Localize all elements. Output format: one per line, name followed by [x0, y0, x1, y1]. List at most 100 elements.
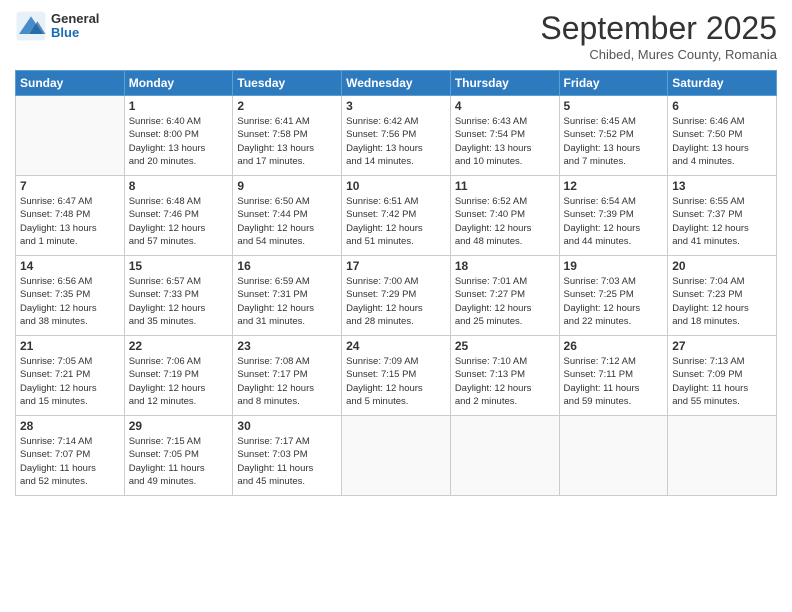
day-info: Sunrise: 7:00 AMSunset: 7:29 PMDaylight:…	[346, 275, 446, 328]
day-number: 18	[455, 259, 555, 273]
week-row-1: 1 Sunrise: 6:40 AMSunset: 8:00 PMDaylight…	[16, 96, 777, 176]
calendar-cell: 3 Sunrise: 6:42 AMSunset: 7:56 PMDaylight…	[342, 96, 451, 176]
week-row-3: 14 Sunrise: 6:56 AMSunset: 7:35 PMDayligh…	[16, 256, 777, 336]
calendar-cell: 27 Sunrise: 7:13 AMSunset: 7:09 PMDayligh…	[668, 336, 777, 416]
calendar-cell	[668, 416, 777, 496]
calendar-cell: 11 Sunrise: 6:52 AMSunset: 7:40 PMDayligh…	[450, 176, 559, 256]
calendar-body: 1 Sunrise: 6:40 AMSunset: 8:00 PMDaylight…	[16, 96, 777, 496]
calendar-cell: 26Sunrise: 7:12 AMSunset: 7:11 PMDayligh…	[559, 336, 668, 416]
calendar-cell: 17 Sunrise: 7:00 AMSunset: 7:29 PMDayligh…	[342, 256, 451, 336]
day-number: 20	[672, 259, 772, 273]
col-thursday: Thursday	[450, 71, 559, 96]
calendar-table: Sunday Monday Tuesday Wednesday Thursday…	[15, 70, 777, 496]
calendar-cell: 16 Sunrise: 6:59 AMSunset: 7:31 PMDayligh…	[233, 256, 342, 336]
day-number: 6	[672, 99, 772, 113]
calendar-cell: 28Sunrise: 7:14 AMSunset: 7:07 PMDayligh…	[16, 416, 125, 496]
calendar-cell: 15 Sunrise: 6:57 AMSunset: 7:33 PMDayligh…	[124, 256, 233, 336]
day-info: Sunrise: 7:13 AMSunset: 7:09 PMDaylight:…	[672, 355, 772, 408]
day-info: Sunrise: 7:09 AMSunset: 7:15 PMDaylight:…	[346, 355, 446, 408]
calendar-cell: 24Sunrise: 7:09 AMSunset: 7:15 PMDayligh…	[342, 336, 451, 416]
page-header: General Blue September 2025 Chibed, Mure…	[15, 10, 777, 62]
day-number: 27	[672, 339, 772, 353]
calendar-cell: 18 Sunrise: 7:01 AMSunset: 7:27 PMDayligh…	[450, 256, 559, 336]
day-number: 14	[20, 259, 120, 273]
title-block: September 2025 Chibed, Mures County, Rom…	[540, 10, 777, 62]
day-info: Sunrise: 7:05 AMSunset: 7:21 PMDaylight:…	[20, 355, 120, 408]
day-info: Sunrise: 7:17 AMSunset: 7:03 PMDaylight:…	[237, 435, 337, 488]
day-info: Sunrise: 6:50 AMSunset: 7:44 PMDaylight:…	[237, 195, 337, 248]
day-info: Sunrise: 7:12 AMSunset: 7:11 PMDaylight:…	[564, 355, 664, 408]
calendar-cell: 19 Sunrise: 7:03 AMSunset: 7:25 PMDayligh…	[559, 256, 668, 336]
day-info: Sunrise: 6:48 AMSunset: 7:46 PMDaylight:…	[129, 195, 229, 248]
calendar-cell: 20Sunrise: 7:04 AMSunset: 7:23 PMDayligh…	[668, 256, 777, 336]
calendar-header: Sunday Monday Tuesday Wednesday Thursday…	[16, 71, 777, 96]
day-info: Sunrise: 6:57 AMSunset: 7:33 PMDaylight:…	[129, 275, 229, 328]
day-number: 16	[237, 259, 337, 273]
calendar-cell	[450, 416, 559, 496]
calendar-cell: 4Sunrise: 6:43 AMSunset: 7:54 PMDaylight…	[450, 96, 559, 176]
day-info: Sunrise: 7:14 AMSunset: 7:07 PMDaylight:…	[20, 435, 120, 488]
calendar-cell: 5 Sunrise: 6:45 AMSunset: 7:52 PMDaylight…	[559, 96, 668, 176]
day-number: 17	[346, 259, 446, 273]
day-info: Sunrise: 7:10 AMSunset: 7:13 PMDaylight:…	[455, 355, 555, 408]
day-info: Sunrise: 6:46 AMSunset: 7:50 PMDaylight:…	[672, 115, 772, 168]
calendar-cell: 21Sunrise: 7:05 AMSunset: 7:21 PMDayligh…	[16, 336, 125, 416]
col-tuesday: Tuesday	[233, 71, 342, 96]
calendar-cell: 29Sunrise: 7:15 AMSunset: 7:05 PMDayligh…	[124, 416, 233, 496]
calendar-cell: 7 Sunrise: 6:47 AMSunset: 7:48 PMDaylight…	[16, 176, 125, 256]
week-row-4: 21Sunrise: 7:05 AMSunset: 7:21 PMDayligh…	[16, 336, 777, 416]
day-info: Sunrise: 6:54 AMSunset: 7:39 PMDaylight:…	[564, 195, 664, 248]
day-number: 22	[129, 339, 229, 353]
day-number: 15	[129, 259, 229, 273]
logo-general: General	[51, 12, 99, 26]
day-info: Sunrise: 6:40 AMSunset: 8:00 PMDaylight:…	[129, 115, 229, 168]
day-info: Sunrise: 6:59 AMSunset: 7:31 PMDaylight:…	[237, 275, 337, 328]
col-monday: Monday	[124, 71, 233, 96]
day-number: 30	[237, 419, 337, 433]
day-number: 29	[129, 419, 229, 433]
day-number: 3	[346, 99, 446, 113]
day-info: Sunrise: 6:52 AMSunset: 7:40 PMDaylight:…	[455, 195, 555, 248]
day-number: 5	[564, 99, 664, 113]
day-info: Sunrise: 7:03 AMSunset: 7:25 PMDaylight:…	[564, 275, 664, 328]
day-info: Sunrise: 6:55 AMSunset: 7:37 PMDaylight:…	[672, 195, 772, 248]
col-wednesday: Wednesday	[342, 71, 451, 96]
calendar-cell	[559, 416, 668, 496]
day-info: Sunrise: 6:47 AMSunset: 7:48 PMDaylight:…	[20, 195, 120, 248]
day-info: Sunrise: 6:45 AMSunset: 7:52 PMDaylight:…	[564, 115, 664, 168]
day-number: 7	[20, 179, 120, 193]
logo: General Blue	[15, 10, 99, 42]
calendar-cell: 23Sunrise: 7:08 AMSunset: 7:17 PMDayligh…	[233, 336, 342, 416]
day-info: Sunrise: 6:51 AMSunset: 7:42 PMDaylight:…	[346, 195, 446, 248]
day-number: 19	[564, 259, 664, 273]
calendar-cell: 22 Sunrise: 7:06 AMSunset: 7:19 PMDayligh…	[124, 336, 233, 416]
day-info: Sunrise: 6:42 AMSunset: 7:56 PMDaylight:…	[346, 115, 446, 168]
calendar-cell: 12 Sunrise: 6:54 AMSunset: 7:39 PMDayligh…	[559, 176, 668, 256]
location: Chibed, Mures County, Romania	[540, 47, 777, 62]
calendar-cell: 6 Sunrise: 6:46 AMSunset: 7:50 PMDaylight…	[668, 96, 777, 176]
calendar-cell: 10 Sunrise: 6:51 AMSunset: 7:42 PMDayligh…	[342, 176, 451, 256]
calendar-cell: 14 Sunrise: 6:56 AMSunset: 7:35 PMDayligh…	[16, 256, 125, 336]
day-number: 13	[672, 179, 772, 193]
logo-icon	[15, 10, 47, 42]
day-number: 11	[455, 179, 555, 193]
calendar-cell: 2Sunrise: 6:41 AMSunset: 7:58 PMDaylight…	[233, 96, 342, 176]
day-number: 4	[455, 99, 555, 113]
day-number: 8	[129, 179, 229, 193]
logo-text: General Blue	[51, 12, 99, 41]
day-number: 23	[237, 339, 337, 353]
calendar-cell: 9Sunrise: 6:50 AMSunset: 7:44 PMDaylight…	[233, 176, 342, 256]
calendar-cell: 30 Sunrise: 7:17 AMSunset: 7:03 PMDayligh…	[233, 416, 342, 496]
calendar-cell: 13 Sunrise: 6:55 AMSunset: 7:37 PMDayligh…	[668, 176, 777, 256]
calendar-cell: 1 Sunrise: 6:40 AMSunset: 8:00 PMDaylight…	[124, 96, 233, 176]
calendar-cell: 8 Sunrise: 6:48 AMSunset: 7:46 PMDaylight…	[124, 176, 233, 256]
day-number: 1	[129, 99, 229, 113]
day-info: Sunrise: 7:06 AMSunset: 7:19 PMDaylight:…	[129, 355, 229, 408]
day-info: Sunrise: 7:01 AMSunset: 7:27 PMDaylight:…	[455, 275, 555, 328]
logo-blue: Blue	[51, 26, 99, 40]
day-number: 10	[346, 179, 446, 193]
week-row-5: 28Sunrise: 7:14 AMSunset: 7:07 PMDayligh…	[16, 416, 777, 496]
calendar-cell: 25Sunrise: 7:10 AMSunset: 7:13 PMDayligh…	[450, 336, 559, 416]
day-info: Sunrise: 6:56 AMSunset: 7:35 PMDaylight:…	[20, 275, 120, 328]
day-number: 12	[564, 179, 664, 193]
